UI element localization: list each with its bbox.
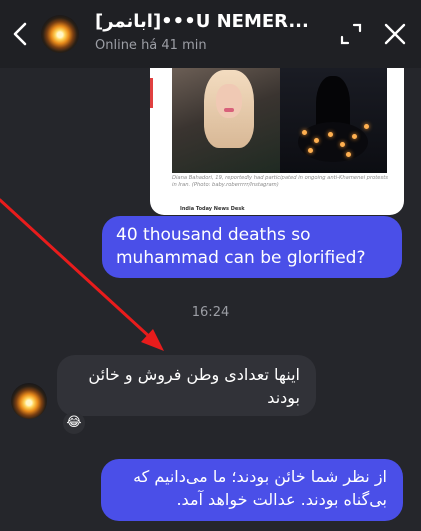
message-text: 40 thousand deaths so muhammad can be gl… [116,225,366,268]
photo-woman [172,68,280,173]
red-margin-mark [150,78,153,108]
image-caption: Diana Bahadori, 19, reportedly had parti… [172,175,388,188]
timestamp: 16:24 [191,305,230,320]
incoming-message[interactable]: اینها تعدادی وطن فروش و خائن بودند [57,355,316,416]
image-source: India Today News Desk [180,206,245,212]
expand-icon[interactable] [340,23,362,45]
message-text: از نظر شما خائن بودند؛ ما می‌دانیم که بی… [133,467,387,509]
laughing-reaction-icon[interactable]: 😂 [63,412,85,434]
contact-name[interactable]: [ابانمر]•••U NEMER... [95,11,325,33]
contact-avatar[interactable] [41,15,79,53]
chat-header: [ابانمر]•••U NEMER... Online há 41 min [0,0,421,68]
photo-motorcycle-rider [280,68,387,173]
sender-avatar[interactable] [11,383,47,419]
close-icon[interactable] [384,22,406,46]
back-arrow-icon[interactable] [9,21,33,47]
outgoing-message[interactable]: 40 thousand deaths so muhammad can be gl… [102,216,402,278]
online-status: Online há 41 min [95,38,207,53]
outgoing-message[interactable]: از نظر شما خائن بودند؛ ما می‌دانیم که بی… [101,459,403,521]
shared-image-message[interactable]: Diana Bahadori, 19, reportedly had parti… [150,68,404,215]
message-text: اینها تعدادی وطن فروش و خائن بودند [88,365,300,407]
